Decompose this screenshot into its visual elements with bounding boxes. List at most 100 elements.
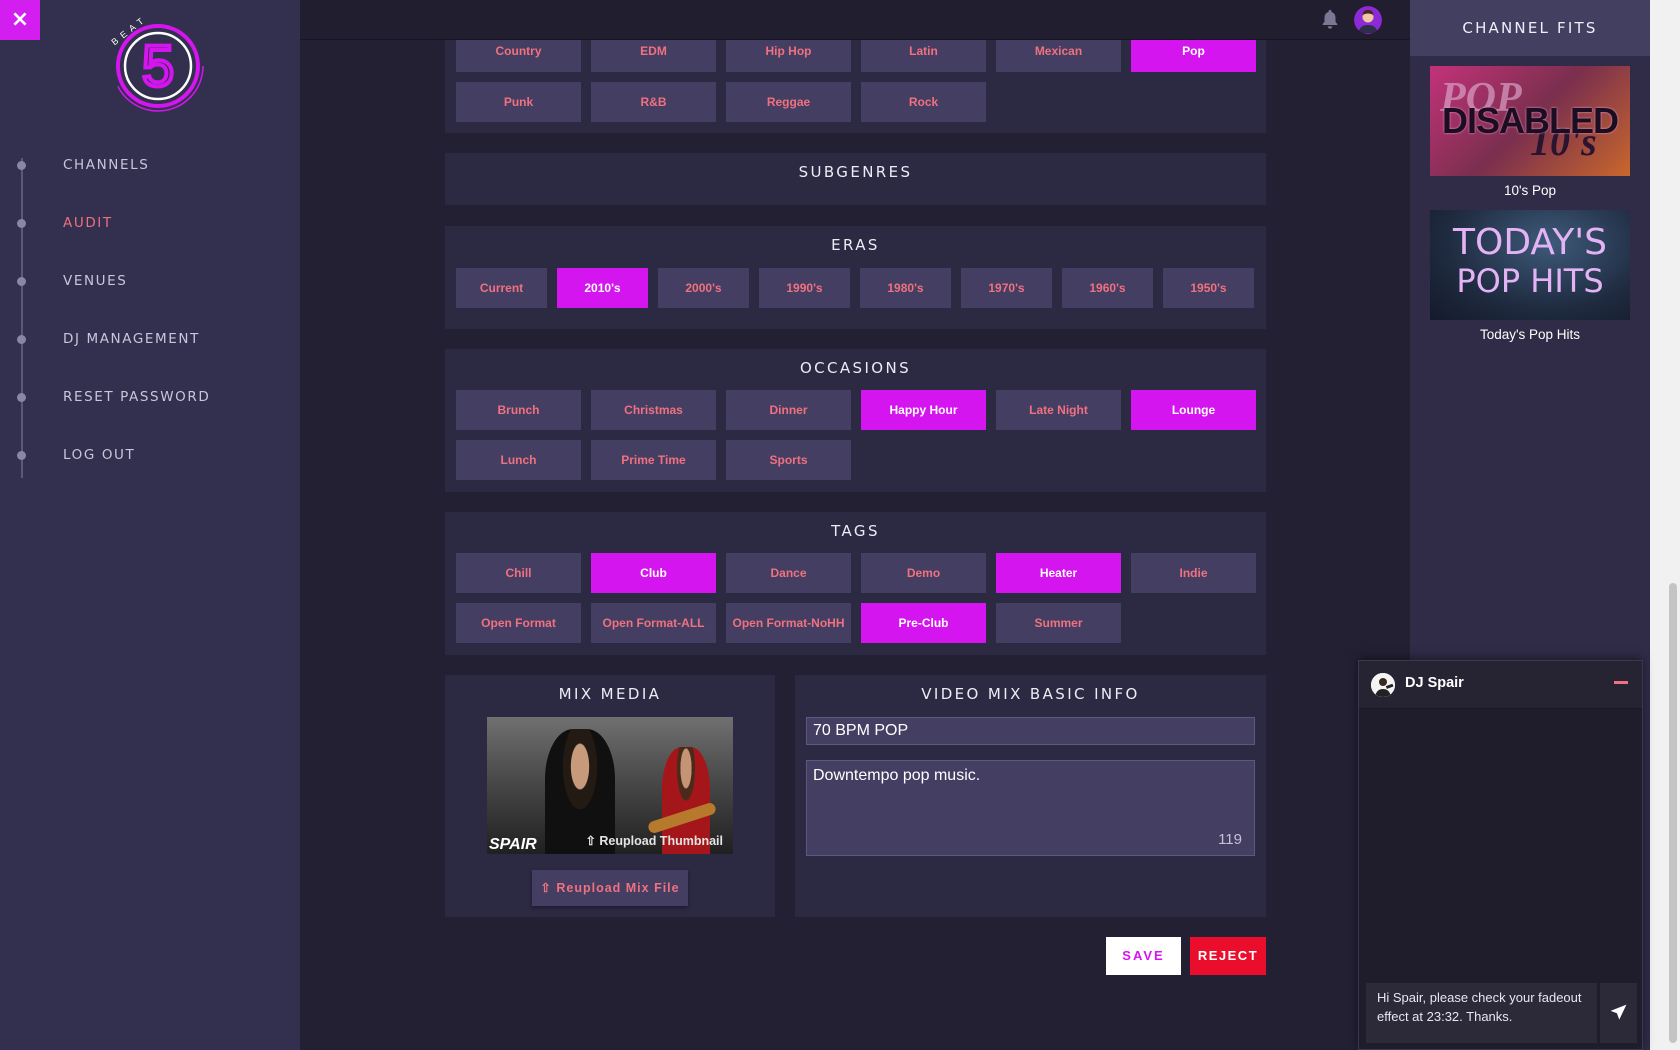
eras-title: ERAS — [831, 236, 880, 254]
thumbnail-watermark: SPAIR — [489, 836, 537, 853]
occasion-tag[interactable]: Sports — [726, 440, 851, 480]
eras-panel: ERAS Current 2010's 2000's 1990's 1980's… — [445, 226, 1266, 329]
occasion-tag[interactable]: Prime Time — [591, 440, 716, 480]
nav-item-audit[interactable]: AUDIT — [0, 208, 300, 266]
era-tag[interactable]: Current — [456, 268, 547, 308]
channel-image-text: POP HITS — [1456, 262, 1604, 300]
channel-fit-label: 10's Pop — [1503, 183, 1557, 198]
nav-dot — [17, 277, 26, 286]
reupload-mix-label: Reupload Mix File — [556, 881, 680, 895]
nav-label: LOG OUT — [63, 447, 136, 463]
tag-chip[interactable]: Heater — [996, 553, 1121, 593]
bell-icon[interactable] — [1319, 8, 1341, 30]
close-icon[interactable]: × — [0, 0, 40, 40]
nav-item-venues[interactable]: VENUES — [0, 266, 300, 324]
era-tag[interactable]: 1950's — [1163, 268, 1254, 308]
nav-dot — [17, 219, 26, 228]
tag-chip[interactable]: Summer — [996, 603, 1121, 643]
genre-tag[interactable]: Reggae — [726, 82, 851, 122]
nav-item-dj-management[interactable]: DJ MANAGEMENT — [0, 324, 300, 382]
tag-chip[interactable]: Chill — [456, 553, 581, 593]
subgenres-title: SUBGENRES — [798, 163, 913, 181]
chat-message-input[interactable]: Hi Spair, please check your fadeout effe… — [1366, 983, 1597, 1043]
nav-label: DJ MANAGEMENT — [63, 331, 200, 347]
nav-dot — [17, 451, 26, 460]
mix-title-input[interactable] — [806, 717, 1255, 745]
mix-media-title: MIX MEDIA — [558, 685, 662, 703]
mix-description-textarea[interactable]: Downtempo pop music. — [806, 760, 1255, 856]
send-button[interactable] — [1600, 983, 1637, 1043]
genre-tag[interactable]: Rock — [861, 82, 986, 122]
sidebar: × 5 BEAT CHANNELS AUDIT VENUES DJ MANAGE… — [0, 0, 300, 1050]
video-info-title: VIDEO MIX BASIC INFO — [921, 685, 1140, 703]
occasions-panel: OCCASIONS Brunch Christmas Dinner Happy … — [445, 349, 1266, 492]
channel-image-text: TODAY'S — [1453, 222, 1607, 263]
chat-header[interactable]: DJ Spair — [1359, 661, 1642, 709]
reject-button[interactable]: REJECT — [1190, 937, 1266, 975]
logo-number: 5 — [142, 34, 174, 99]
occasions-title: OCCASIONS — [799, 359, 912, 377]
era-tag[interactable]: 2000's — [658, 268, 749, 308]
upload-icon: ⇧ — [540, 881, 557, 895]
chat-window: DJ Spair Hi Spair, please check your fad… — [1358, 660, 1643, 1050]
channel-image-text: DISABLED — [1441, 100, 1619, 141]
channel-fit-label: Today's Pop Hits — [1479, 327, 1581, 342]
tags-panel: TAGS Chill Club Dance Demo Heater Indie … — [445, 512, 1266, 655]
occasion-tag[interactable]: Late Night — [996, 390, 1121, 430]
nav-item-reset-password[interactable]: RESET PASSWORD — [0, 382, 300, 440]
genres-panel: Country EDM Hip Hop Latin Mexican Pop Pu… — [445, 30, 1266, 133]
occasion-tag[interactable]: Brunch — [456, 390, 581, 430]
channel-fits-title: CHANNEL FITS — [1410, 0, 1650, 56]
tags-title: TAGS — [831, 522, 880, 540]
char-count: 119 — [1218, 831, 1242, 848]
reupload-thumbnail-button[interactable]: ⇧ Reupload Thumbnail — [585, 833, 723, 848]
channel-fit-card[interactable]: TODAY'S POP HITS Today's Pop Hits — [1430, 210, 1630, 342]
nav-label: AUDIT — [63, 215, 113, 231]
era-tag[interactable]: 1960's — [1062, 268, 1153, 308]
nav-dot — [17, 335, 26, 344]
reupload-mix-button[interactable]: ⇧ Reupload Mix File — [532, 870, 688, 906]
scrollbar-thumb[interactable] — [1669, 583, 1677, 1043]
send-icon — [1610, 1004, 1627, 1020]
genre-tag[interactable]: Punk — [456, 82, 581, 122]
subgenres-panel: SUBGENRES — [445, 153, 1266, 205]
era-tag[interactable]: 2010's — [557, 268, 648, 308]
tag-chip[interactable]: Pre-Club — [861, 603, 986, 643]
occasion-tag[interactable]: Happy Hour — [861, 390, 986, 430]
chat-contact-name: DJ Spair — [1405, 675, 1464, 691]
era-tag[interactable]: 1990's — [759, 268, 850, 308]
tag-chip[interactable]: Open Format — [456, 603, 581, 643]
tag-chip[interactable]: Demo — [861, 553, 986, 593]
nav-label: CHANNELS — [63, 157, 150, 173]
tag-chip[interactable]: Indie — [1131, 553, 1256, 593]
reupload-thumbnail-label: Reupload Thumbnail — [599, 834, 723, 848]
channel-fit-image: TODAY'S POP HITS — [1430, 210, 1630, 320]
beat5-logo: 5 BEAT — [110, 14, 204, 112]
nav-label: VENUES — [63, 273, 128, 289]
nav-item-channels[interactable]: CHANNELS — [0, 150, 300, 208]
genre-tag[interactable]: R&B — [591, 82, 716, 122]
user-avatar[interactable] — [1354, 6, 1382, 34]
save-button[interactable]: SAVE — [1106, 937, 1181, 975]
tag-chip[interactable]: Open Format-ALL — [591, 603, 716, 643]
channel-fit-card[interactable]: POP 10's DISABLED 10's Pop — [1430, 66, 1630, 198]
occasion-tag[interactable]: Christmas — [591, 390, 716, 430]
era-tag[interactable]: 1980's — [860, 268, 951, 308]
channel-fit-image: POP 10's DISABLED — [1430, 66, 1630, 176]
minimize-icon[interactable] — [1614, 681, 1628, 684]
tag-chip[interactable]: Club — [591, 553, 716, 593]
video-info-panel: VIDEO MIX BASIC INFO Downtempo pop music… — [795, 675, 1266, 917]
nav-dot — [17, 161, 26, 170]
occasion-tag[interactable]: Lounge — [1131, 390, 1256, 430]
nav-item-log-out[interactable]: LOG OUT — [0, 440, 300, 498]
era-tag[interactable]: 1970's — [961, 268, 1052, 308]
mix-thumbnail: SPAIR ⇧ Reupload Thumbnail — [487, 717, 733, 854]
mix-media-panel: MIX MEDIA SPAIR ⇧ Reupload Thumbnail ⇧ R… — [445, 675, 775, 917]
nav-dot — [17, 393, 26, 402]
occasion-tag[interactable]: Dinner — [726, 390, 851, 430]
nav-label: RESET PASSWORD — [63, 389, 211, 405]
tag-chip[interactable]: Open Format-NoHH — [726, 603, 851, 643]
tag-chip[interactable]: Dance — [726, 553, 851, 593]
sidebar-nav: CHANNELS AUDIT VENUES DJ MANAGEMENT RESE… — [0, 150, 300, 498]
occasion-tag[interactable]: Lunch — [456, 440, 581, 480]
